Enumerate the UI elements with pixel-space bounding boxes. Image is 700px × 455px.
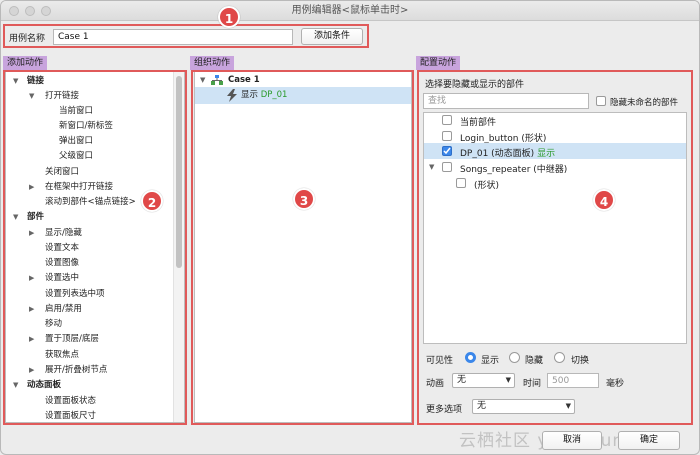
add-action-scroll-thumb[interactable] bbox=[176, 76, 182, 268]
shape-checkbox[interactable] bbox=[456, 178, 466, 188]
window-title: 用例编辑器<鼠标单击时> bbox=[291, 5, 409, 16]
minimize-window-icon[interactable] bbox=[25, 6, 35, 16]
current-widget-label: 当前部件 bbox=[460, 118, 497, 128]
marker-1: 1 bbox=[218, 6, 240, 28]
configure-action-section-label: 配置动作 bbox=[416, 56, 461, 70]
configure-prompt: 选择要隐藏或显示的部件 bbox=[425, 80, 525, 90]
tree-show-hide[interactable]: ▶ 显示/隐藏 bbox=[29, 227, 82, 240]
animation-label: 动画 bbox=[426, 379, 445, 389]
tree-scroll-to-widget[interactable]: 滚动到部件<锚点链接> bbox=[45, 196, 136, 209]
add-action-section-label: 添加动作 bbox=[3, 56, 48, 70]
expanded-triangle-icon: ▼ bbox=[13, 213, 19, 221]
tree-widget[interactable]: ▼ 部件 bbox=[13, 211, 44, 224]
add-condition-button[interactable]: 添加条件 bbox=[301, 28, 363, 45]
cancel-button[interactable]: 取消 bbox=[542, 431, 602, 450]
tree-popup-window[interactable]: 弹出窗口 bbox=[59, 135, 93, 148]
visibility-show-label: 显示 bbox=[481, 356, 500, 366]
visibility-hide-label: 隐藏 bbox=[525, 356, 544, 366]
tree-set-text[interactable]: 设置文本 bbox=[45, 242, 79, 255]
lightning-icon bbox=[227, 89, 237, 102]
collapsed-triangle-icon: ▶ bbox=[29, 229, 35, 237]
songs-repeater-checkbox[interactable] bbox=[442, 162, 452, 172]
animation-select[interactable]: 无 ▼ bbox=[452, 373, 515, 388]
expanded-triangle-icon: ▼ bbox=[13, 77, 19, 85]
tree-close-window[interactable]: 关闭窗口 bbox=[45, 166, 79, 179]
dp01-label: DP_01 (动态面板) 显示 bbox=[460, 149, 556, 159]
tree-move[interactable]: 移动 bbox=[45, 318, 62, 331]
dp01-checkbox[interactable] bbox=[442, 146, 452, 156]
close-window-icon[interactable] bbox=[9, 6, 19, 16]
tree-set-panel-state[interactable]: 设置面板状态 bbox=[45, 395, 96, 408]
visibility-toggle-label: 切换 bbox=[571, 356, 590, 366]
organize-action-highlight bbox=[191, 70, 414, 425]
visibility-label: 可见性 bbox=[426, 356, 454, 366]
dropdown-arrow-icon: ▼ bbox=[565, 402, 571, 410]
tree-set-panel-size[interactable]: 设置面板尺寸 bbox=[45, 410, 96, 423]
current-widget-checkbox[interactable] bbox=[442, 115, 452, 125]
case-name-input[interactable]: Case 1 bbox=[53, 29, 293, 45]
marker-3: 3 bbox=[293, 188, 315, 210]
tree-focus[interactable]: 获取焦点 bbox=[45, 349, 79, 362]
collapsed-triangle-icon: ▶ bbox=[29, 274, 35, 282]
action-row-text: 显示 DP_01 bbox=[241, 90, 288, 100]
collapsed-triangle-icon: ▶ bbox=[29, 305, 35, 313]
collapsed-triangle-icon: ▶ bbox=[29, 366, 35, 374]
marker-2: 2 bbox=[141, 190, 163, 212]
title-bar: 用例编辑器<鼠标单击时> bbox=[1, 1, 699, 21]
case-name-label: 用例名称 bbox=[9, 34, 46, 44]
add-action-scrollbar[interactable] bbox=[173, 72, 184, 422]
tree-current-window[interactable]: 当前窗口 bbox=[59, 105, 93, 118]
expanded-triangle-icon: ▼ bbox=[200, 76, 206, 84]
tree-set-selected[interactable]: ▶ 设置选中 bbox=[29, 272, 79, 285]
time-input[interactable]: 500 bbox=[547, 373, 599, 388]
collapsed-triangle-icon: ▶ bbox=[29, 335, 35, 343]
collapsed-triangle-icon: ▶ bbox=[29, 183, 35, 191]
more-options-label: 更多选项 bbox=[426, 405, 463, 415]
login-button-checkbox[interactable] bbox=[442, 131, 452, 141]
tree-set-image[interactable]: 设置图像 bbox=[45, 257, 79, 270]
tree-open-link[interactable]: ▼ 打开链接 bbox=[29, 90, 79, 103]
time-label: 时间 bbox=[523, 379, 542, 389]
hide-unnamed-label: 隐藏未命名的部件 bbox=[610, 98, 679, 108]
visibility-hide-radio[interactable] bbox=[509, 352, 520, 363]
time-unit-label: 毫秒 bbox=[606, 379, 625, 389]
tree-expand-collapse-tree[interactable]: ▶ 展开/折叠树节点 bbox=[29, 364, 107, 377]
tree-dynamic-panel[interactable]: ▼ 动态面板 bbox=[13, 379, 61, 392]
checkmark-icon bbox=[443, 147, 451, 155]
tree-parent-window[interactable]: 父级窗口 bbox=[59, 150, 93, 163]
widget-search-input[interactable]: 查找 bbox=[423, 93, 589, 109]
marker-4: 4 bbox=[593, 189, 615, 211]
songs-repeater-label: Songs_repeater (中继器) bbox=[460, 165, 568, 175]
zoom-window-icon[interactable] bbox=[41, 6, 51, 16]
tree-enable-disable[interactable]: ▶ 启用/禁用 bbox=[29, 303, 82, 316]
tree-link[interactable]: ▼ 链接 bbox=[13, 75, 44, 88]
more-options-select[interactable]: 无 ▼ bbox=[472, 399, 575, 414]
case-tree-icon bbox=[211, 75, 223, 85]
expanded-triangle-icon[interactable]: ▼ bbox=[429, 163, 434, 171]
case-node[interactable]: ▼ Case 1 bbox=[200, 74, 260, 87]
tree-new-window-tab[interactable]: 新窗口/新标签 bbox=[59, 120, 113, 133]
tree-open-in-frame[interactable]: ▶ 在框架中打开链接 bbox=[29, 181, 113, 194]
visibility-show-radio[interactable] bbox=[465, 352, 476, 363]
organize-action-section-label: 组织动作 bbox=[190, 56, 235, 70]
dropdown-arrow-icon: ▼ bbox=[505, 376, 511, 384]
hide-unnamed-checkbox[interactable] bbox=[596, 96, 606, 106]
expanded-triangle-icon: ▼ bbox=[29, 92, 35, 100]
tree-bring-front-back[interactable]: ▶ 置于顶层/底层 bbox=[29, 333, 99, 346]
tree-set-list-selected[interactable]: 设置列表选中项 bbox=[45, 288, 105, 301]
shape-label: (形状) bbox=[474, 181, 500, 191]
case-editor-window: 用例编辑器<鼠标单击时> 用例名称 Case 1 添加条件 1 添加动作 组织动… bbox=[0, 0, 700, 455]
visibility-toggle-radio[interactable] bbox=[554, 352, 565, 363]
ok-button[interactable]: 确定 bbox=[618, 431, 680, 450]
expanded-triangle-icon: ▼ bbox=[13, 381, 19, 389]
